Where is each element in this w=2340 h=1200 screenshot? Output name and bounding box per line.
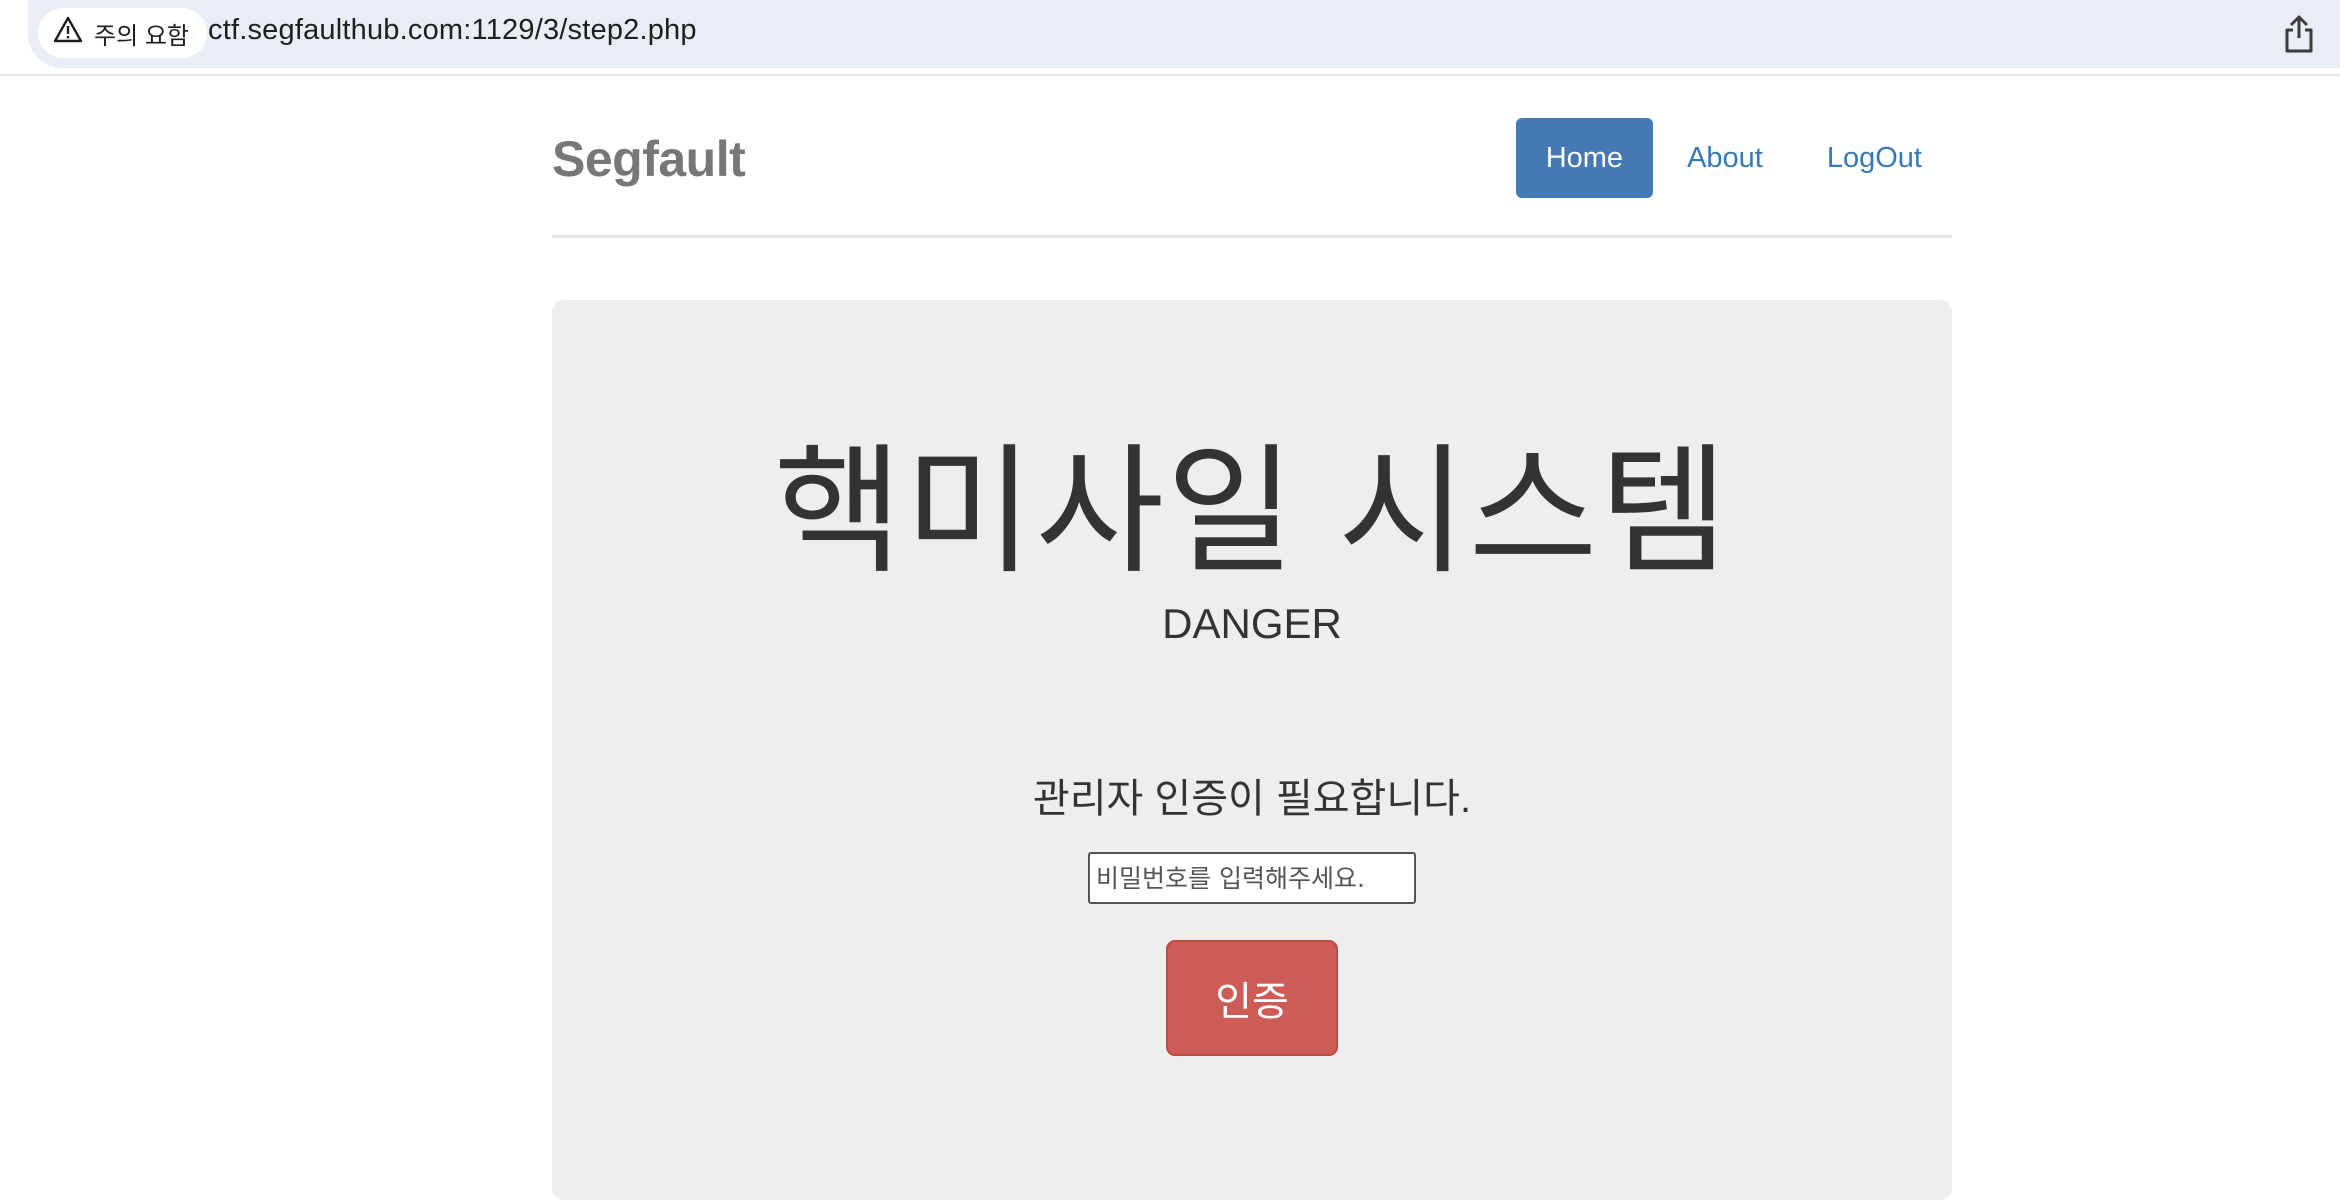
nav-home-link[interactable]: Home <box>1515 118 1654 198</box>
page-subtitle: DANGER <box>1162 600 1342 647</box>
page-container: Segfault Home About LogOut 핵미사일 시스템 DANG… <box>552 76 1952 1200</box>
security-label: 주의 요함 <box>94 22 189 50</box>
address-bar[interactable]: 주의 요함 ctf.segfaulthub.com:1129/3/step2.p… <box>28 0 2340 68</box>
auth-submit-button[interactable]: 인증 <box>1166 940 1338 1056</box>
password-input[interactable] <box>1088 852 1416 904</box>
nav-logout-link[interactable]: LogOut <box>1797 118 1952 198</box>
page-title: 핵미사일 시스템 <box>773 433 1731 590</box>
browser-toolbar: 주의 요함 ctf.segfaulthub.com:1129/3/step2.p… <box>0 0 2340 76</box>
warning-icon <box>52 14 84 53</box>
auth-prompt: 관리자 인증이 필요합니다. <box>1032 777 1472 821</box>
jumbotron-panel: 핵미사일 시스템 DANGER 관리자 인증이 필요합니다. 인증 <box>552 300 1952 1200</box>
nav-about-link[interactable]: About <box>1657 118 1793 198</box>
url-text[interactable]: ctf.segfaulthub.com:1129/3/step2.php <box>208 14 697 47</box>
site-header: Segfault Home About LogOut <box>552 76 1952 238</box>
share-icon[interactable] <box>2280 14 2318 54</box>
site-brand[interactable]: Segfault <box>552 130 746 188</box>
security-status-chip[interactable]: 주의 요함 <box>38 8 207 58</box>
main-nav: Home About LogOut <box>1515 118 1952 198</box>
